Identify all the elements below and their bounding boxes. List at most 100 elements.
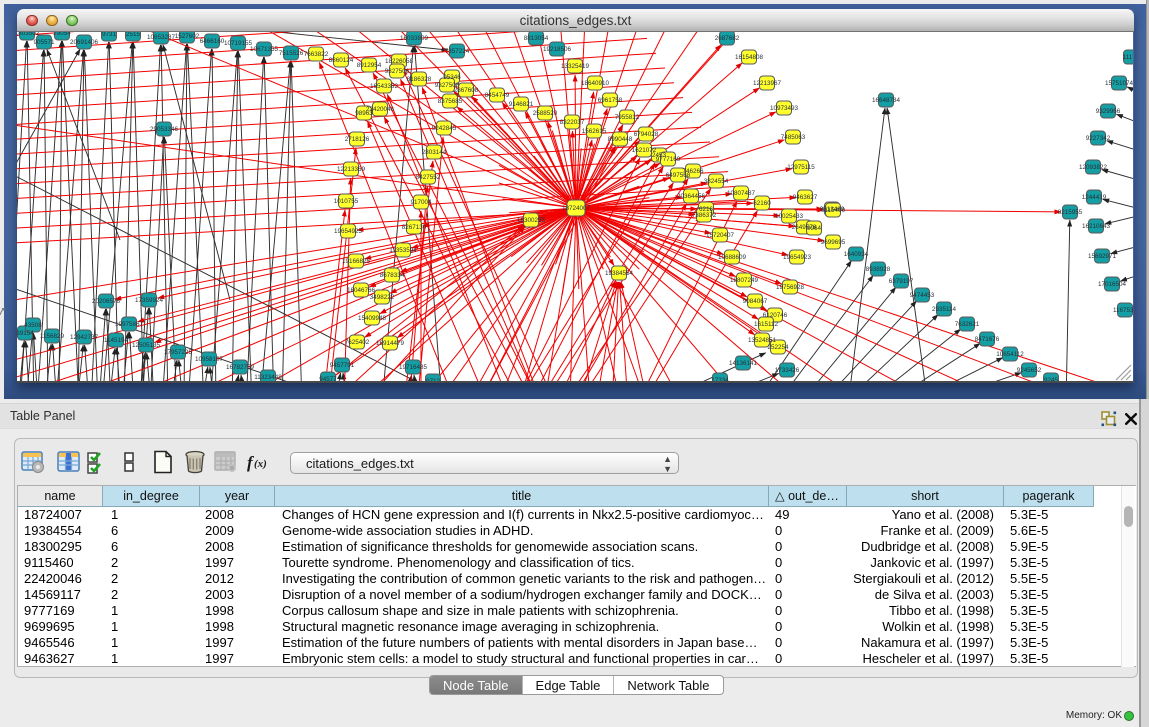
svg-text:15692971: 15692971 (1088, 253, 1117, 260)
svg-text:8375685: 8375685 (438, 98, 463, 105)
svg-text:12213369: 12213369 (337, 166, 366, 173)
svg-text:1527602: 1527602 (175, 33, 200, 40)
svg-text:7625402: 7625402 (345, 339, 370, 346)
svg-text:8186328: 8186328 (407, 76, 432, 83)
svg-text:9731: 9731 (102, 32, 117, 38)
svg-text:6466160: 6466160 (200, 38, 225, 45)
svg-text:2803144: 2803144 (422, 149, 447, 156)
svg-text:12213967: 12213967 (753, 80, 782, 87)
svg-text:62160: 62160 (753, 200, 771, 207)
svg-text:29053346: 29053346 (150, 126, 179, 133)
svg-text:19384554: 19384554 (605, 270, 634, 277)
svg-text:9084067: 9084067 (743, 298, 768, 305)
svg-text:1145194: 1145194 (104, 337, 129, 344)
svg-text:8860124: 8860124 (329, 57, 354, 64)
svg-text:16046766: 16046766 (347, 287, 376, 294)
svg-text:1733426: 1733426 (775, 367, 800, 374)
svg-text:9115460: 9115460 (821, 207, 846, 214)
svg-text:10671355: 10671355 (250, 46, 279, 53)
svg-text:10958107: 10958107 (195, 356, 224, 363)
svg-text:1640934: 1640934 (844, 251, 869, 258)
svg-text:19756928: 19756928 (776, 284, 805, 291)
svg-text:9463627: 9463627 (793, 194, 818, 201)
svg-text:8938928: 8938928 (866, 266, 891, 273)
svg-text:19654925: 19654925 (334, 228, 363, 235)
svg-text:8215955: 8215955 (1058, 209, 1083, 216)
svg-text:9242845: 9242845 (432, 125, 457, 132)
svg-text:9329966: 9329966 (1096, 108, 1121, 115)
svg-text:18640910: 18640910 (581, 80, 610, 87)
svg-text:19654923: 19654923 (783, 254, 812, 261)
svg-text:9327506: 9327506 (385, 68, 410, 75)
svg-text:12505135: 12505135 (132, 342, 161, 349)
svg-text:3824554: 3824554 (704, 178, 729, 185)
svg-text:7357224: 7357224 (445, 48, 470, 55)
svg-text:16033809: 16033809 (400, 35, 429, 42)
svg-text:9245: 9245 (1044, 377, 1059, 381)
svg-text:2867608: 2867608 (454, 87, 479, 94)
svg-text:2718126: 2718126 (345, 136, 370, 143)
svg-text:17359924: 17359924 (135, 297, 164, 304)
svg-text:12975115: 12975115 (787, 164, 815, 171)
svg-text:43508: 43508 (24, 322, 42, 329)
svg-text:(x): (x) (254, 458, 267, 470)
svg-text:7485063: 7485063 (781, 134, 806, 141)
svg-text:18226058: 18226058 (385, 58, 414, 65)
svg-text:2588520: 2588520 (533, 110, 558, 117)
svg-text:39154: 39154 (17, 330, 34, 337)
svg-text:16648784: 16648784 (872, 97, 901, 104)
svg-text:9699695: 9699695 (821, 239, 846, 246)
svg-text:19166825: 19166825 (342, 258, 371, 265)
svg-text:98963: 98963 (355, 110, 373, 117)
svg-text:10688609: 10688609 (718, 254, 747, 261)
svg-text:8427552: 8427552 (416, 174, 441, 181)
svg-text:29054: 29054 (53, 32, 71, 37)
svg-text:18300295: 18300295 (517, 217, 546, 224)
svg-text:16543382: 16543382 (370, 83, 399, 90)
svg-text:10654112: 10654112 (996, 351, 1024, 358)
svg-text:13524851: 13524851 (748, 337, 777, 344)
svg-text:8990448: 8990448 (608, 136, 633, 143)
svg-text:20364456: 20364456 (677, 193, 706, 200)
svg-text:1156829: 1156829 (40, 333, 65, 340)
svg-text:15720407: 15720407 (706, 232, 735, 239)
svg-text:19218506: 19218506 (543, 46, 572, 53)
svg-text:10973493: 10973493 (770, 105, 799, 112)
svg-text:95346: 95346 (443, 74, 461, 81)
svg-text:8912954: 8912954 (357, 62, 382, 69)
svg-text:1803502: 1803502 (17, 32, 40, 37)
svg-text:2935114: 2935114 (932, 306, 957, 313)
svg-text:8322037: 8322037 (560, 119, 585, 126)
svg-text:1010755: 1010755 (334, 198, 359, 205)
svg-text:15409948: 15409948 (358, 315, 387, 322)
svg-text:10807487: 10807487 (727, 190, 756, 197)
svg-text:3498222: 3498222 (370, 294, 395, 301)
svg-text:9457791: 9457791 (330, 362, 355, 369)
svg-text:11174: 11174 (1123, 54, 1133, 61)
svg-text:7386372: 7386372 (692, 212, 717, 219)
svg-text:9712: 9712 (426, 378, 441, 381)
svg-text:7663822: 7663822 (304, 51, 329, 58)
svg-text:8454749: 8454749 (485, 92, 510, 99)
svg-text:6379197: 6379197 (889, 278, 914, 285)
svg-text:746266: 746266 (682, 168, 704, 175)
svg-text:1562615: 1562615 (582, 128, 607, 135)
svg-text:6120746: 6120746 (763, 312, 788, 319)
svg-text:10653287: 10653287 (147, 34, 176, 41)
svg-text:16914479: 16914479 (376, 340, 405, 347)
svg-text:10025433: 10025433 (775, 213, 804, 220)
svg-text:6961758: 6961758 (598, 97, 623, 104)
svg-text:2515: 2515 (126, 32, 141, 38)
svg-text:252254: 252254 (767, 344, 789, 351)
svg-text:9227342: 9227342 (1086, 135, 1111, 142)
svg-text:12093822: 12093822 (1079, 164, 1108, 171)
svg-text:12942737: 12942737 (70, 334, 99, 341)
svg-text:18724007: 18724007 (562, 205, 591, 212)
svg-text:18807249: 18807249 (730, 277, 759, 284)
svg-text:11353594: 11353594 (389, 247, 417, 254)
svg-text:15751074: 15751074 (1105, 80, 1133, 87)
svg-text:20206576: 20206576 (92, 298, 121, 305)
svg-text:7515526: 7515526 (279, 50, 304, 57)
svg-text:1167533: 1167533 (1113, 307, 1133, 314)
svg-text:17334: 17334 (711, 377, 729, 381)
